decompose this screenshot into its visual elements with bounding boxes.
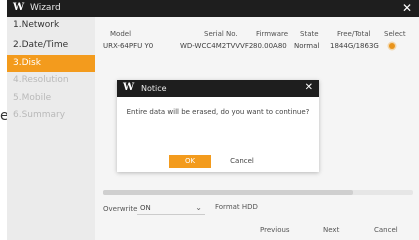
scrollbar-thumb[interactable] xyxy=(103,190,353,195)
notice-dialog: W Notice ✕ Entire data will be erased, d… xyxy=(117,80,319,172)
overwrite-label: Overwrite xyxy=(103,205,138,213)
close-icon[interactable]: ✕ xyxy=(402,1,412,15)
ok-button[interactable]: OK xyxy=(169,155,211,168)
dialog-title: Notice xyxy=(141,84,167,93)
format-hdd-button[interactable]: Format HDD xyxy=(215,203,258,211)
sidebar-item-summary[interactable]: 6.Summary xyxy=(7,107,95,124)
previous-button[interactable]: Previous xyxy=(260,226,290,234)
sidebar-item-mobile[interactable]: 5.Mobile xyxy=(7,90,95,107)
sidebar-item-disk[interactable]: 3.Disk xyxy=(7,55,95,72)
dialog-cancel-button[interactable]: Cancel xyxy=(221,155,263,168)
title-bar: W Wizard ✕ xyxy=(7,0,419,17)
horizontal-scrollbar[interactable] xyxy=(103,190,413,195)
sidebar-item-resolution[interactable]: 4.Resolution xyxy=(7,72,95,89)
dialog-title-bar: W Notice ✕ xyxy=(117,80,319,97)
overwrite-select[interactable]: ON ⌄ xyxy=(137,201,205,215)
sidebar-item-datetime[interactable]: 2.Date/Time xyxy=(7,37,95,54)
overwrite-value: ON xyxy=(140,204,151,212)
window-title: Wizard xyxy=(30,3,61,13)
dialog-logo: W xyxy=(123,82,135,93)
cancel-button[interactable]: Cancel xyxy=(374,226,398,234)
dialog-message: Entire data will be erased, do you want … xyxy=(126,108,310,116)
wizard-window: W Wizard ✕ 1.Network 2.Date/Time 3.Disk … xyxy=(7,0,419,240)
chevron-down-icon: ⌄ xyxy=(195,203,202,212)
app-logo: W xyxy=(13,2,25,13)
next-button[interactable]: Next xyxy=(323,226,339,234)
sidebar-item-network[interactable]: 1.Network xyxy=(7,17,95,34)
wizard-sidebar: 1.Network 2.Date/Time 3.Disk 4.Resolutio… xyxy=(7,17,95,240)
dialog-close-icon[interactable]: ✕ xyxy=(305,82,313,93)
background-strip: e xyxy=(0,0,9,240)
